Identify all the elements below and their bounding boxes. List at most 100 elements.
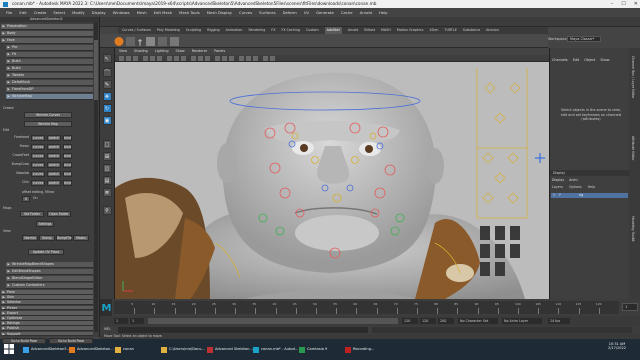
timeline-track[interactable]: 5 10 15 20 25 30 35 40 45 50 55 60 65 70 75 80 85 90 95 100…	[114, 301, 619, 314]
shelf-tab[interactable]: Poly Modeling	[157, 27, 180, 34]
expand-triangle-icon[interactable]: ▶	[3, 316, 5, 320]
expand-triangle-icon[interactable]: ▶	[8, 45, 10, 50]
section-row[interactable]: ▶ Fit	[6, 52, 93, 58]
menu-curves[interactable]: Curves	[239, 10, 252, 15]
expand-triangle-icon[interactable]: ▶	[8, 94, 10, 99]
layout-side-icon[interactable]: ◫	[102, 164, 112, 173]
section-row[interactable]: ▶ Preparation	[1, 24, 93, 30]
section-row[interactable]: ▶ Pre	[6, 45, 93, 51]
taskbar-item[interactable]: Camtasia 9	[298, 343, 342, 356]
shelf-tab[interactable]: FX Caching	[281, 27, 300, 34]
expand-triangle-icon[interactable]: ▶	[8, 80, 10, 85]
side-tab[interactable]: Attribute Editor	[631, 136, 635, 161]
section-row[interactable]: ▶ EditBlendShapes	[6, 269, 93, 275]
taskbar-item[interactable]: conan	[114, 343, 158, 356]
edit-sketch-button[interactable]: sketch	[47, 162, 61, 168]
layer-menu-help[interactable]: Help	[588, 185, 596, 189]
edit-curves-button[interactable]: curves	[31, 171, 45, 177]
viewport-menu-lighting[interactable]: Lighting	[155, 48, 169, 55]
expand-triangle-icon[interactable]: ▶	[3, 306, 5, 310]
menu-deform[interactable]: Deform	[283, 10, 297, 15]
range-bar[interactable]	[148, 318, 398, 324]
outliner-icon[interactable]: ≣	[102, 188, 112, 197]
edit-bind-button[interactable]: bind	[63, 180, 72, 186]
scale-tool-icon[interactable]: ▣	[102, 116, 112, 125]
time-slider[interactable]: M 5 10 15 20 25 30 35 40 45 50 55 60 65 70 75 80 85 90 95 1…	[100, 299, 640, 316]
search-icon[interactable]: ⚲	[102, 206, 112, 215]
viewport-menu-panels[interactable]: Panels	[214, 48, 225, 55]
offset-field[interactable]: 0	[22, 196, 30, 202]
shelf-tab[interactable]: Custom	[306, 27, 319, 34]
edit-sketch-button[interactable]: sketch	[47, 144, 61, 150]
fps-dropdown[interactable]: 24 fps	[548, 318, 570, 324]
section-row[interactable]: ▶ BlendShapeEditor	[6, 276, 93, 282]
current-frame-field[interactable]: 1	[622, 303, 638, 311]
view-bumpfile-button[interactable]: BumpFile	[56, 235, 72, 241]
taskbar-item[interactable]: conan.mb* - Autod...	[252, 343, 298, 356]
section-row[interactable]: ▶ Selector	[1, 300, 93, 306]
menu-arnold[interactable]: Arnold	[360, 10, 372, 15]
viewport-toolbar-icons[interactable]	[119, 55, 419, 63]
edit-sketch-button[interactable]: sketch	[47, 180, 61, 186]
shelf-tab[interactable]: Aivision	[486, 27, 499, 34]
section-row[interactable]: ▶ WrinkleMap	[6, 94, 93, 100]
section-row[interactable]: ▶ Tweaks	[6, 73, 93, 79]
menu-generate[interactable]: Generate	[316, 10, 334, 15]
taskbar-clock[interactable]: 10:31 AM 2/17/2022	[600, 342, 634, 350]
expand-triangle-icon[interactable]: ▶	[3, 24, 5, 29]
expand-triangle-icon[interactable]: ▶	[8, 73, 10, 78]
edit-curves-button[interactable]: curves	[31, 153, 45, 159]
paint-select-icon[interactable]: ✎	[102, 80, 112, 89]
expand-triangle-icon[interactable]: ▶	[8, 59, 10, 64]
menu-mesh[interactable]: Mesh	[137, 10, 147, 15]
edit-curves-button[interactable]: curves	[31, 135, 45, 141]
layer-menu-options[interactable]: Options	[569, 185, 582, 189]
edit-bind-button[interactable]: bind	[63, 162, 72, 168]
mel-input[interactable]	[118, 327, 368, 333]
layer-menu-layers[interactable]: Layers	[552, 185, 563, 189]
shelf-tab[interactable]: Motion Graphics	[397, 27, 424, 34]
go-to-build-pose-button[interactable]: Go to Build Pose	[49, 338, 93, 344]
menu-display[interactable]: Display	[92, 10, 106, 15]
range-start-field[interactable]: 1	[114, 318, 128, 324]
anim-layer-dropdown[interactable]: No Anim Layer	[502, 318, 542, 324]
left-panel-scroll-thumb[interactable]	[94, 40, 98, 100]
shelf-tab[interactable]: MASH	[381, 27, 391, 34]
close-icon[interactable]: ✕	[634, 0, 638, 8]
layer-row[interactable]: V P rig	[551, 193, 628, 198]
expand-triangle-icon[interactable]: ▶	[3, 332, 5, 336]
section-row[interactable]: ▶ Face	[1, 38, 93, 44]
section-row[interactable]: ▶ Picker	[1, 305, 93, 311]
view-bump-button[interactable]: Bump	[39, 235, 55, 241]
taskbar-item[interactable]: Recording...	[344, 343, 388, 356]
move-tool-icon[interactable]: ✥	[102, 92, 112, 101]
menu-uv[interactable]: UV	[304, 10, 309, 15]
layer-tab-display[interactable]: Display	[552, 178, 564, 182]
shelf-tab[interactable]: XGen	[430, 27, 439, 34]
edit-bind-button[interactable]: bind	[63, 135, 72, 141]
open-folder-button[interactable]: Open Folder	[47, 211, 71, 217]
menu-surfaces[interactable]: Surfaces	[259, 10, 275, 15]
menu-file[interactable]: File	[6, 10, 12, 15]
section-row[interactable]: ▶ Optimize	[1, 316, 93, 321]
wrinkle-curves-button[interactable]: Wrinkle Curves	[24, 112, 72, 118]
expand-triangle-icon[interactable]: ▶	[3, 321, 5, 325]
shelf-tab[interactable]: Substance	[463, 27, 480, 34]
viewport-menu-view[interactable]: View	[119, 48, 127, 55]
viewport-menu-renderer[interactable]: Renderer	[192, 48, 207, 55]
expand-triangle-icon[interactable]: ▶	[8, 262, 10, 267]
expand-triangle-icon[interactable]: ▶	[3, 326, 5, 330]
channel-box-tab-show[interactable]: Show	[600, 58, 609, 62]
character-set-dropdown[interactable]: No Character Set	[458, 318, 498, 324]
expand-triangle-icon[interactable]: ▶	[8, 87, 10, 92]
channel-box-tab-object[interactable]: Object	[584, 58, 595, 62]
edit-sketch-button[interactable]: sketch	[47, 153, 61, 159]
expand-triangle-icon[interactable]: ▶	[3, 295, 5, 299]
expand-triangle-icon[interactable]: ▶	[3, 31, 5, 36]
expand-triangle-icon[interactable]: ▶	[8, 269, 10, 274]
side-tab[interactable]: Channel Box / Layer Editor	[631, 56, 635, 98]
menu-create[interactable]: Create	[34, 10, 47, 15]
section-row[interactable]: ▶ WrinkleMapBlendShapes	[6, 262, 93, 268]
edit-bind-button[interactable]: bind	[63, 144, 72, 150]
windows-start-icon[interactable]	[4, 344, 14, 354]
